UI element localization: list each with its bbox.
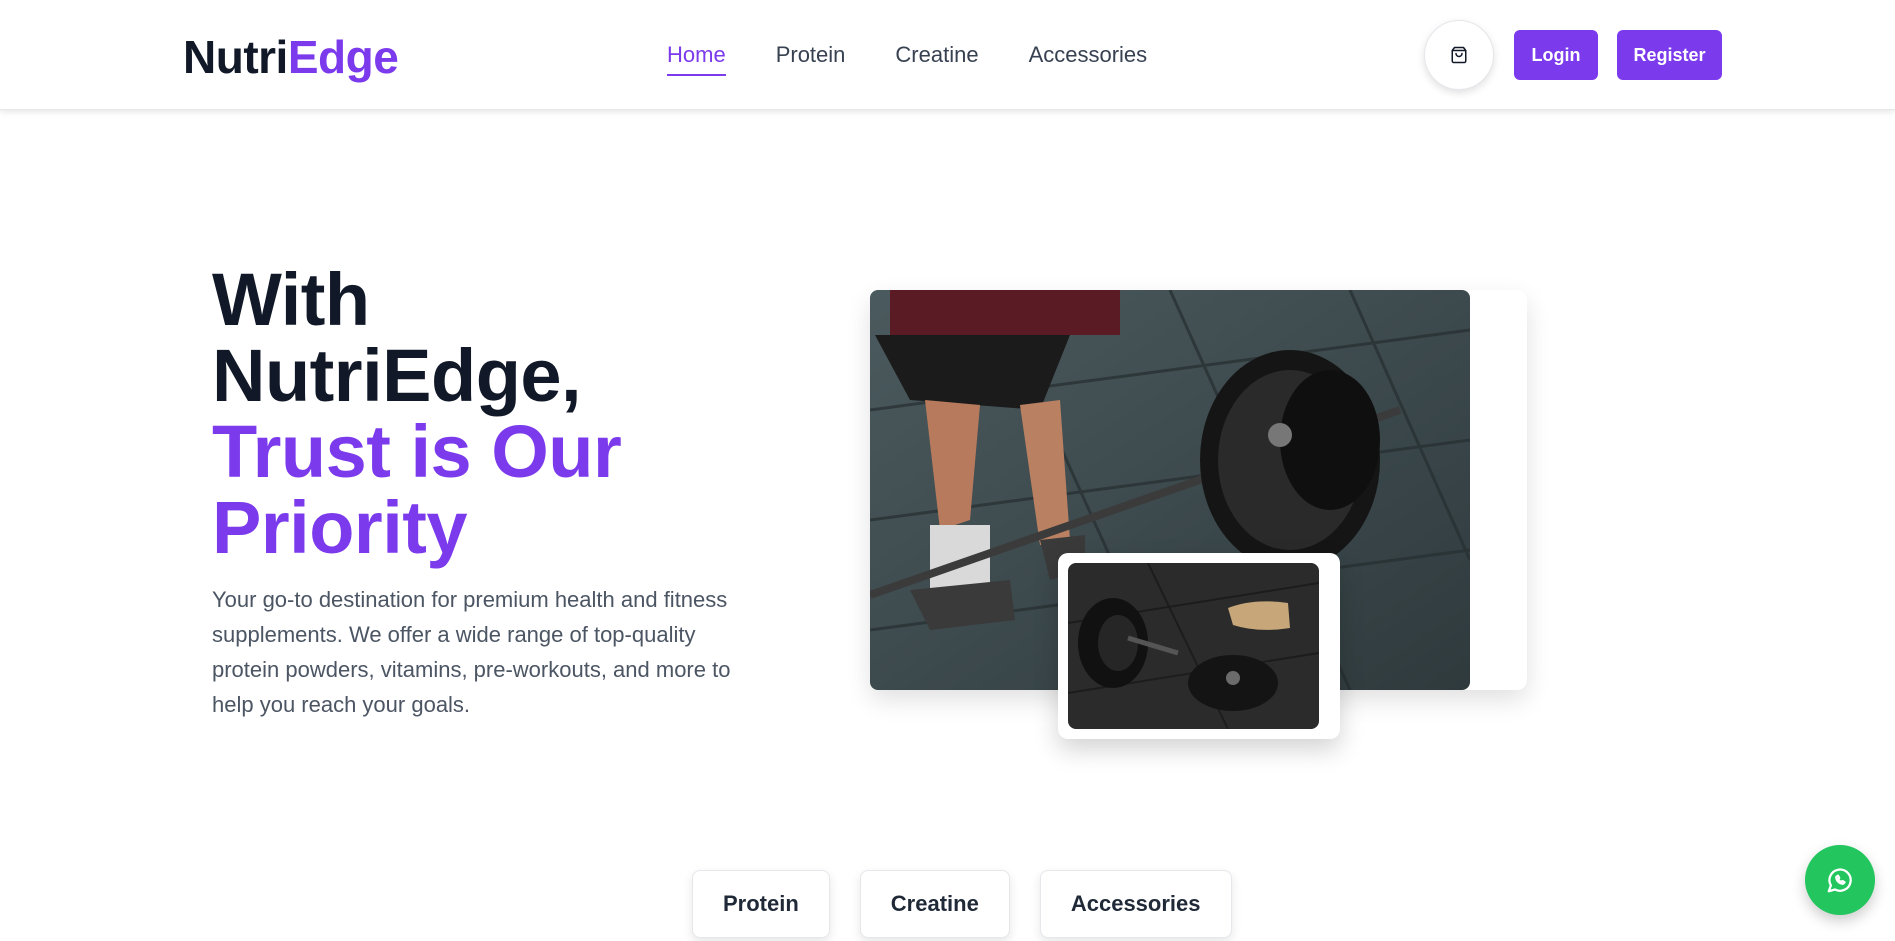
register-button[interactable]: Register xyxy=(1617,30,1722,80)
shopping-bag-icon xyxy=(1451,46,1467,64)
nav-creatine[interactable]: Creatine xyxy=(895,42,978,76)
main-nav: Home Protein Creatine Accessories xyxy=(667,42,1147,76)
hero-image-plates xyxy=(1068,563,1319,729)
brand-logo-part1: Nutri xyxy=(183,31,288,83)
hero-image-secondary-card xyxy=(1058,553,1340,739)
hero-description: Your go-to destination for premium healt… xyxy=(212,587,731,717)
category-protein[interactable]: Protein xyxy=(692,870,830,938)
nav-accessories[interactable]: Accessories xyxy=(1029,42,1148,76)
whatsapp-button[interactable] xyxy=(1805,845,1875,915)
hero-heading-line2: NutriEdge, xyxy=(212,334,582,417)
hero-heading-line4: Priority xyxy=(212,486,468,569)
nav-home[interactable]: Home xyxy=(667,42,726,76)
nav-protein[interactable]: Protein xyxy=(776,42,846,76)
brand-logo-part2: Edge xyxy=(287,31,399,83)
hero-heading-line3: Trust is Our xyxy=(212,410,622,493)
brand-logo[interactable]: NutriEdge xyxy=(183,30,399,84)
category-accessories[interactable]: Accessories xyxy=(1039,870,1232,938)
whatsapp-icon xyxy=(1827,868,1852,893)
login-button[interactable]: Login xyxy=(1514,30,1598,80)
category-creatine[interactable]: Creatine xyxy=(859,870,1010,938)
site-header: NutriEdge Home Protein Creatine Accessor… xyxy=(0,0,1895,110)
hero-heading-line1: With xyxy=(212,258,370,341)
hero-heading: With NutriEdge, Trust is Our Priority xyxy=(212,258,622,569)
cart-button[interactable] xyxy=(1424,20,1494,90)
category-filters: Protein Creatine Accessories xyxy=(692,870,1232,938)
